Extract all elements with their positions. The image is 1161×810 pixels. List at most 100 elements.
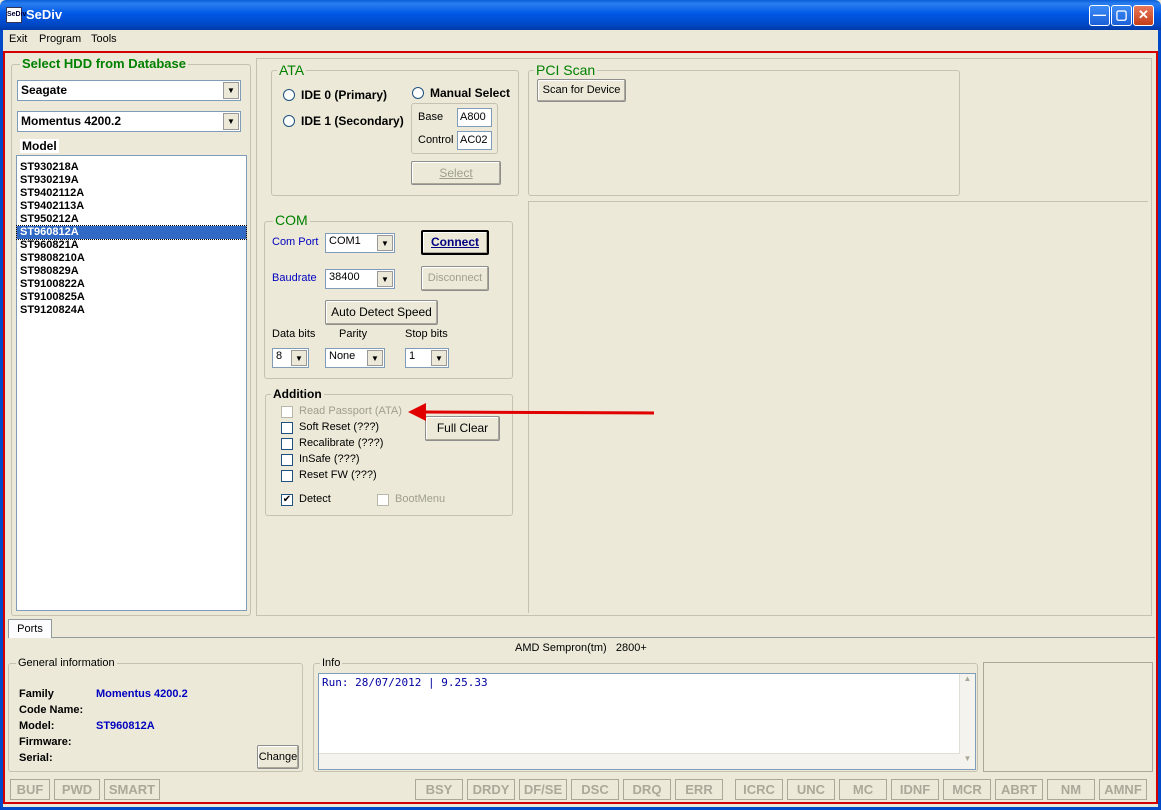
scan-device-button[interactable]: Scan for Device [537, 79, 626, 102]
list-item[interactable]: ST9808210A [17, 252, 246, 265]
data-bits-select[interactable]: 8 ▼ [272, 348, 309, 368]
detect-label: Detect [299, 493, 331, 505]
menu-exit[interactable]: Exit [9, 33, 27, 45]
com-title: COM [273, 212, 310, 228]
list-item[interactable]: ST9100825A [17, 291, 246, 304]
firmware-label: Firmware: [19, 736, 72, 748]
reset-fw-checkbox[interactable] [281, 470, 293, 482]
base-input[interactable]: A800 [457, 108, 492, 127]
close-button[interactable]: ✕ [1133, 5, 1154, 26]
stop-bits-label: Stop bits [405, 328, 448, 340]
list-item[interactable]: ST930218A [17, 161, 246, 174]
com-port-select[interactable]: COM1 ▼ [325, 233, 395, 253]
control-input[interactable]: AC02 [457, 131, 492, 150]
list-item[interactable]: ST9120824A [17, 304, 246, 317]
model-items: ST930218A ST930219A ST9402112A ST9402113A ST… [16, 161, 247, 317]
tab-ports[interactable]: Ports [8, 619, 52, 638]
base-label: Base [418, 111, 444, 123]
model-list[interactable]: ST930218A ST930219A ST9402112A ST9402113A ST… [16, 155, 247, 611]
list-item[interactable]: ST950212A [17, 213, 246, 226]
data-bits-value: 8 [276, 350, 283, 362]
scroll-up-icon[interactable]: ▲ [960, 674, 975, 689]
list-item[interactable]: ST930219A [17, 174, 246, 187]
annotation-arrow [408, 403, 655, 421]
status-flag-nm: NM [1047, 779, 1095, 800]
list-item[interactable]: ST960812A [16, 225, 247, 240]
data-bits-label: Data bits [272, 328, 316, 340]
cpu-info: AMD Sempron(tm) 2800+ [515, 642, 647, 654]
chevron-down-icon[interactable]: ▼ [377, 235, 393, 251]
bootmenu-label: BootMenu [395, 493, 446, 505]
ide1-radio[interactable] [283, 115, 295, 127]
bootmenu-checkbox[interactable] [377, 494, 389, 506]
list-item[interactable]: ST9100822A [17, 278, 246, 291]
soft-reset-checkbox[interactable] [281, 422, 293, 434]
manual-select-label: Manual Select [430, 86, 511, 100]
select-button[interactable]: Select [411, 161, 501, 185]
addition-title: Addition [271, 387, 324, 401]
minimize-button[interactable]: — [1089, 5, 1110, 26]
codename-label: Code Name: [19, 704, 84, 716]
auto-detect-speed-button[interactable]: Auto Detect Speed [325, 300, 438, 325]
ide0-radio[interactable] [283, 89, 295, 101]
baudrate-select[interactable]: 38400 ▼ [325, 269, 395, 289]
menu-tools[interactable]: Tools [91, 33, 117, 45]
serial-label: Serial: [19, 752, 53, 764]
com-port-value: COM1 [329, 235, 361, 247]
control-label: Control [418, 134, 454, 146]
chevron-down-icon[interactable]: ▼ [431, 350, 447, 366]
reset-fw-label: Reset FW (???) [299, 469, 377, 481]
scroll-down-icon[interactable]: ▼ [960, 754, 975, 769]
recalibrate-checkbox[interactable] [281, 438, 293, 450]
parity-label: Parity [339, 328, 368, 340]
window-title: SeDiv [26, 7, 63, 22]
menu-bar [3, 30, 1158, 50]
extra-panel [983, 662, 1153, 772]
maximize-button[interactable]: ▢ [1111, 5, 1132, 26]
insafe-checkbox[interactable] [281, 454, 293, 466]
maximize-icon: ▢ [1115, 7, 1128, 22]
chevron-down-icon[interactable]: ▼ [291, 350, 307, 366]
tab-strip-line [8, 637, 1155, 638]
status-flag-err: ERR [675, 779, 723, 800]
status-flag-buf: BUF [10, 779, 50, 800]
manual-select-radio[interactable] [412, 87, 424, 99]
vendor-value: Seagate [21, 83, 68, 97]
log-hscrollbar[interactable] [319, 753, 960, 769]
info-log[interactable]: Run: 28/07/2012 | 9.25.33 ▲ ▼ [318, 673, 976, 770]
parity-select[interactable]: None ▼ [325, 348, 385, 368]
model-value: ST960812A [96, 720, 155, 732]
change-button[interactable]: Change [257, 745, 299, 769]
connect-button[interactable]: Connect [421, 230, 489, 255]
family-label: Family [19, 688, 54, 700]
detect-checkbox[interactable]: ✔ [281, 494, 293, 506]
chevron-down-icon[interactable]: ▼ [223, 113, 239, 130]
status-flag-amnf: AMNF [1099, 779, 1147, 800]
family-value: Momentus 4200.2 [21, 114, 122, 128]
list-item[interactable]: ST9402112A [17, 187, 246, 200]
title-bar[interactable] [0, 0, 1161, 30]
disconnect-button[interactable]: Disconnect [421, 266, 489, 291]
menu-program[interactable]: Program [39, 33, 81, 45]
status-flag-pwd: PWD [54, 779, 100, 800]
status-flag-bsy: BSY [415, 779, 463, 800]
chevron-down-icon[interactable]: ▼ [377, 271, 393, 287]
info-log-line: Run: 28/07/2012 | 9.25.33 [322, 676, 488, 689]
list-item[interactable]: ST9402113A [17, 200, 246, 213]
ata-title: ATA [277, 62, 307, 78]
chevron-down-icon[interactable]: ▼ [223, 82, 239, 99]
log-scrollbar[interactable]: ▲ ▼ [959, 674, 975, 769]
status-flag-unc: UNC [787, 779, 835, 800]
baudrate-label: Baudrate [272, 272, 317, 284]
list-item[interactable]: ST980829A [17, 265, 246, 278]
read-passport-checkbox[interactable] [281, 406, 293, 418]
list-item[interactable]: ST960821A [17, 239, 246, 252]
vendor-select[interactable]: Seagate ▼ [17, 80, 241, 101]
status-flag-abrt: ABRT [995, 779, 1043, 800]
ide0-label: IDE 0 (Primary) [301, 88, 388, 102]
chevron-down-icon[interactable]: ▼ [367, 350, 383, 366]
status-flag-mc: MC [839, 779, 887, 800]
family-select[interactable]: Momentus 4200.2 ▼ [17, 111, 241, 132]
general-info-title: General information [16, 657, 117, 669]
stop-bits-select[interactable]: 1 ▼ [405, 348, 449, 368]
